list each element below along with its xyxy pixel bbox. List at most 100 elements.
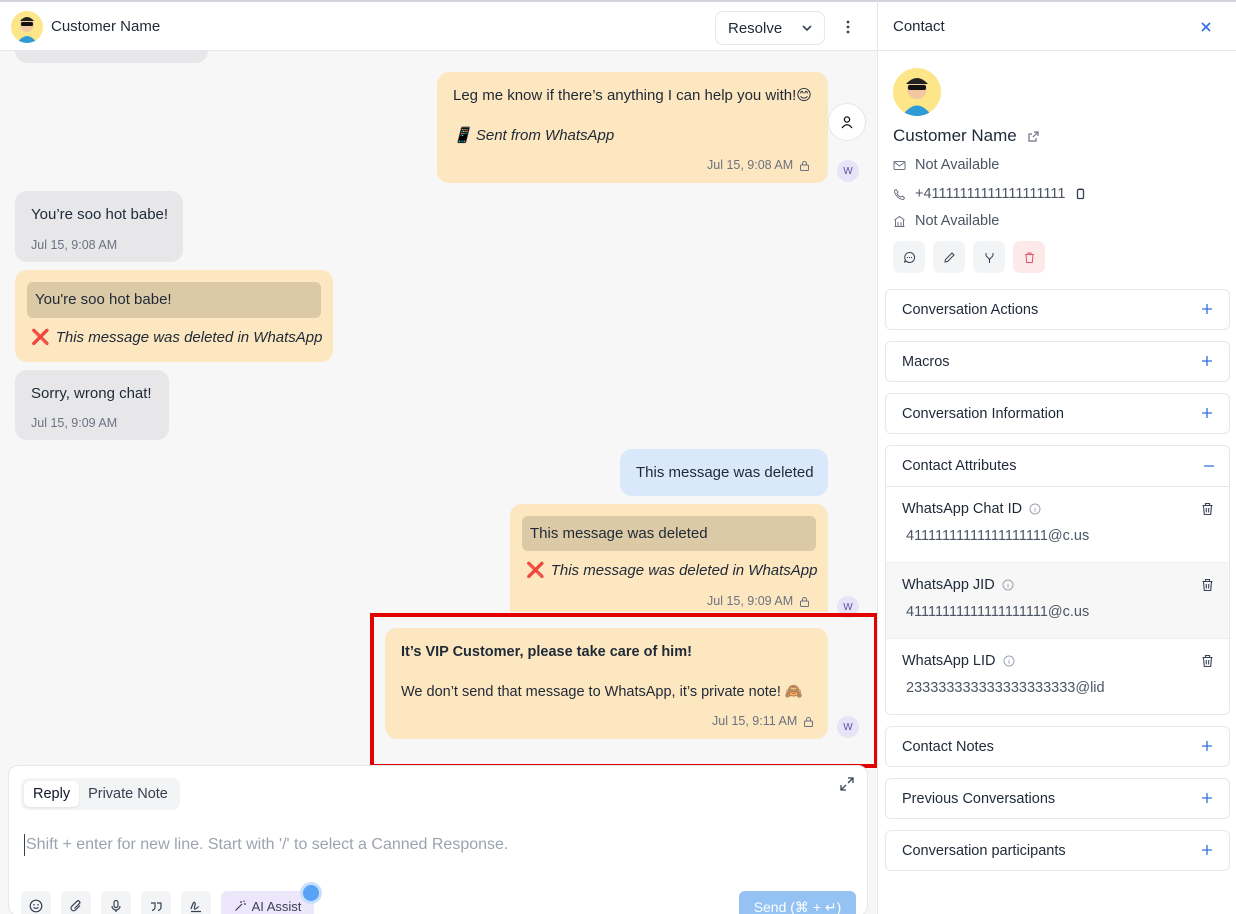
- resolve-button[interactable]: Resolve: [715, 11, 825, 45]
- lock-icon: [800, 596, 810, 607]
- message-input[interactable]: Shift + enter for new line. Start with '…: [24, 834, 508, 856]
- accordion-conversation-information[interactable]: Conversation Information: [885, 393, 1230, 434]
- more-options-icon[interactable]: [838, 17, 858, 37]
- info-icon: [1002, 579, 1014, 591]
- trash-icon[interactable]: [1201, 502, 1214, 516]
- customer-avatar[interactable]: [11, 11, 43, 43]
- resolve-label: Resolve: [728, 19, 783, 37]
- message-text: You’re soo hot babe!: [31, 206, 169, 223]
- cross-icon: ❌: [526, 562, 545, 579]
- attribute-value[interactable]: 41111111111111111111@c.us: [906, 604, 1089, 620]
- pencil-icon: [943, 251, 955, 263]
- ai-assist-label: AI Assist: [251, 898, 302, 914]
- accordion-conversation-actions[interactable]: Conversation Actions: [885, 289, 1230, 330]
- info-icon: [1029, 503, 1041, 515]
- delete-contact-button[interactable]: [1013, 241, 1045, 273]
- trash-icon: [1024, 252, 1034, 263]
- signature-button[interactable]: [181, 891, 211, 914]
- signature-icon: [190, 901, 201, 913]
- accordion-contact-notes[interactable]: Contact Notes: [885, 726, 1230, 767]
- message-bubble-deleted: You're soo hot babe! ❌ This message was …: [15, 270, 333, 362]
- contact-company-row: Not Available: [893, 213, 999, 229]
- message-bubble-incoming: You’re soo hot babe! Jul 15, 9:08 AM: [15, 191, 183, 262]
- emoji-button[interactable]: [21, 891, 51, 914]
- message-text: Sorry, wrong chat!: [31, 385, 152, 402]
- composer-tabs: Reply Private Note: [21, 778, 180, 810]
- highlight-box: [370, 613, 878, 768]
- plus-icon: [1202, 793, 1212, 803]
- message-text: This message was deleted: [636, 464, 814, 481]
- merge-contact-button[interactable]: [973, 241, 1005, 273]
- message-bubble-deleted-outgoing: This message was deleted: [620, 449, 828, 496]
- chevron-down-icon[interactable]: [800, 21, 814, 35]
- accordion-previous-conversations[interactable]: Previous Conversations: [885, 778, 1230, 819]
- attribute-name: WhatsApp Chat ID: [902, 501, 1023, 517]
- tab-reply[interactable]: Reply: [24, 781, 80, 807]
- assign-agent-button[interactable]: [828, 103, 866, 141]
- close-icon[interactable]: [1199, 20, 1213, 34]
- contact-company: Not Available: [915, 213, 1000, 229]
- ai-assist-indicator: [303, 885, 319, 901]
- building-icon: [894, 215, 905, 227]
- message-source: 📱 Sent from WhatsApp: [453, 127, 615, 144]
- plus-icon: [1202, 741, 1212, 751]
- attribute-name-row: WhatsApp JID: [902, 577, 1014, 593]
- edit-contact-button[interactable]: [933, 241, 965, 273]
- ai-assist-button[interactable]: AI Assist: [221, 891, 314, 914]
- customer-name[interactable]: Customer Name: [51, 18, 160, 35]
- message-text: Leg me know if there’s anything I can he…: [453, 87, 812, 104]
- message-timestamp: Jul 15, 9:08 AM: [31, 238, 118, 252]
- attach-button[interactable]: [61, 891, 91, 914]
- record-audio-button[interactable]: [101, 891, 131, 914]
- quote-button[interactable]: [141, 891, 171, 914]
- reply-composer: Reply Private Note Shift + enter for new…: [8, 765, 868, 914]
- accordion-conversation-participants[interactable]: Conversation participants: [885, 830, 1230, 871]
- message-bubble-outgoing: Leg me know if there’s anything I can he…: [437, 72, 828, 183]
- accordion-label: Conversation Information: [902, 406, 1064, 422]
- paperclip-icon: [70, 900, 81, 912]
- accordion-contact-attributes[interactable]: Contact Attributes: [886, 446, 1229, 487]
- message-timestamp: Jul 15, 9:09 AM: [707, 591, 810, 611]
- magic-wand-icon: [234, 900, 246, 911]
- plus-icon: [1202, 408, 1212, 418]
- quote-icon: [151, 902, 162, 912]
- contact-panel: Contact Customer Name Not Available +411…: [877, 0, 1236, 914]
- contact-panel-header: Contact: [878, 2, 1236, 51]
- accordion-label: Contact Attributes: [902, 458, 1017, 474]
- attribute-value[interactable]: 41111111111111111111@c.us: [906, 528, 1089, 544]
- plus-icon: [1202, 304, 1212, 314]
- external-link-icon[interactable]: [1027, 130, 1040, 143]
- send-button[interactable]: Send (⌘ + ↵): [739, 891, 856, 914]
- message-timestamp: Jul 15, 9:08 AM: [707, 155, 810, 175]
- user-icon: [841, 116, 853, 129]
- expand-icon[interactable]: [839, 776, 855, 792]
- agent-avatar: W: [837, 160, 859, 182]
- accordion-label: Previous Conversations: [902, 791, 1056, 807]
- deleted-notice: ❌ This message was deleted in WhatsApp: [526, 561, 818, 581]
- quoted-message: This message was deleted: [522, 516, 816, 551]
- minus-icon: [1204, 465, 1214, 467]
- trash-icon[interactable]: [1201, 654, 1214, 668]
- new-message-button[interactable]: [893, 241, 925, 273]
- message-bubble-deleted: This message was deleted ❌ This message …: [510, 504, 828, 612]
- copy-icon[interactable]: [1074, 188, 1087, 201]
- contact-attributes-section: Contact Attributes WhatsApp Chat ID 4111…: [885, 445, 1230, 715]
- attribute-value[interactable]: 233333333333333333333@lid: [906, 680, 1105, 696]
- lock-icon: [800, 160, 810, 171]
- info-icon: [1003, 655, 1014, 667]
- deleted-text: This message was deleted in WhatsApp: [550, 562, 818, 579]
- message-timestamp: Jul 15, 9:09 AM: [31, 416, 118, 430]
- conversation-header: Customer Name Resolve: [0, 2, 877, 51]
- attribute-name: WhatsApp JID: [902, 577, 995, 593]
- tab-private-note[interactable]: Private Note: [79, 781, 177, 807]
- mail-icon: [893, 160, 906, 170]
- chat-bubble-icon: [903, 251, 915, 263]
- trash-icon[interactable]: [1201, 578, 1214, 592]
- panel-title: Contact: [893, 18, 945, 35]
- message-bubble-incoming: Sorry, wrong chat! Jul 15, 9:09 AM: [15, 370, 169, 440]
- accordion-macros[interactable]: Macros: [885, 341, 1230, 382]
- microphone-icon: [111, 899, 121, 912]
- contact-avatar: [893, 68, 941, 116]
- attribute-name-row: WhatsApp Chat ID: [902, 501, 1041, 517]
- timestamp-text: Jul 15, 9:09 AM: [707, 594, 794, 608]
